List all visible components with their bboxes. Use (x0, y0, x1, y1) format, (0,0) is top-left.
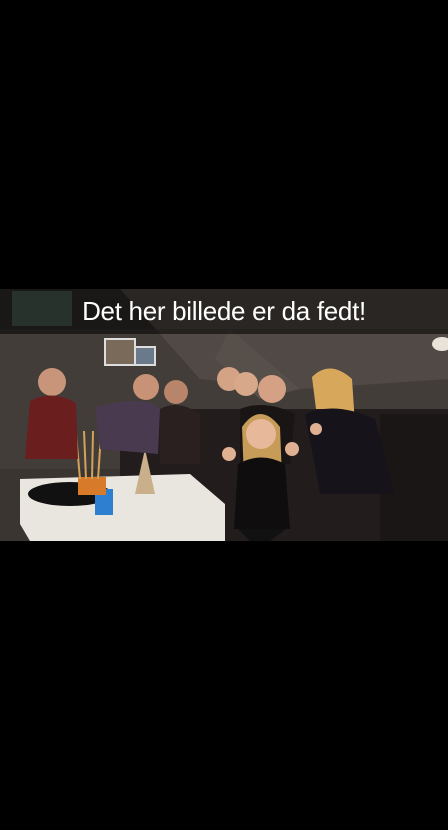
caption-bar: Det her billede er da fedt! (0, 289, 448, 334)
wall-frame (134, 346, 156, 366)
wall-frame (104, 338, 136, 366)
caption-text: Det her billede er da fedt! (82, 296, 366, 326)
orange-glass (78, 477, 106, 495)
center-face (246, 419, 276, 449)
